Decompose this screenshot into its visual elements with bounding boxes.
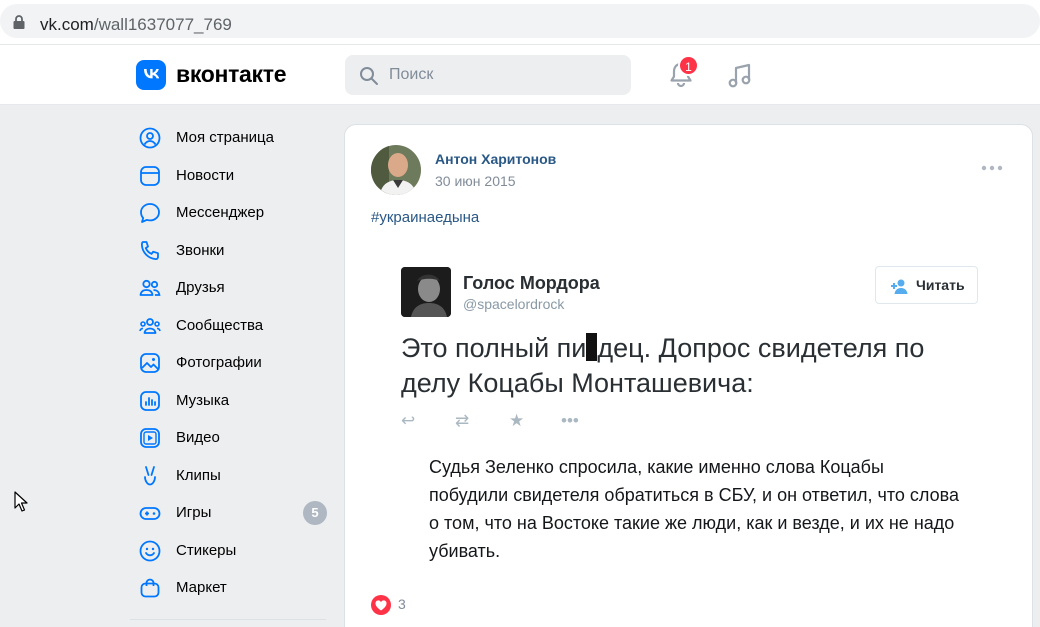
- sidebar-item-photos[interactable]: Фотографии: [130, 344, 330, 382]
- sidebar-item-label: Клипы: [176, 466, 221, 484]
- tweet-follow-label: Читать: [916, 277, 965, 293]
- communities-icon: [139, 317, 161, 334]
- search-placeholder: Поиск: [389, 66, 434, 83]
- smile-icon: [139, 540, 161, 561]
- post-hashtag[interactable]: #украинаедына: [371, 209, 479, 226]
- video-icon: [140, 428, 160, 448]
- sidebar-item-label: Музыка: [176, 391, 230, 409]
- sidebar-item-music[interactable]: Музыка: [130, 382, 330, 420]
- market-icon: [140, 578, 160, 598]
- sidebar-item-messenger[interactable]: Мессенджер: [130, 194, 330, 232]
- user-circle-icon: [139, 127, 161, 149]
- sidebar-item-label: Сообщества: [176, 316, 264, 334]
- message-icon: [140, 203, 160, 223]
- sidebar-item-market[interactable]: Маркет: [130, 569, 330, 607]
- sidebar-item-calls[interactable]: Звонки: [130, 232, 330, 270]
- sidebar-item-label: Новости: [176, 166, 235, 184]
- sidebar-nav: Моя страница Новости Мессенджер Звонки Д…: [130, 119, 330, 607]
- wall-post: Антон Харитонов 30 июн 2015 #украинаедын…: [344, 124, 1033, 627]
- sidebar-item-label: Моя страница: [176, 129, 274, 146]
- tweet-author-handle: @spacelordrock: [463, 296, 565, 312]
- music-player-icon[interactable]: [727, 62, 753, 90]
- author-avatar[interactable]: [371, 145, 421, 195]
- sidebar-item-label: Звонки: [176, 241, 225, 259]
- sidebar-item-games[interactable]: Игры 5: [130, 494, 330, 532]
- tweet-screenshot-image[interactable]: Голос Мордора @spacelordrock Читать Это …: [371, 247, 1007, 573]
- sidebar-item-stickers[interactable]: Стикеры: [130, 532, 330, 570]
- tweet-text: Это полный пи дец. Допрос свидетеля по де…: [401, 333, 925, 398]
- sidebar-item-clips[interactable]: Клипы: [130, 457, 330, 495]
- sidebar-divider: [130, 619, 326, 620]
- heart-icon: [375, 600, 387, 611]
- post-author[interactable]: Антон Харитонов: [435, 151, 556, 167]
- url-text[interactable]: vk.com/wall1637077_769: [40, 15, 232, 35]
- sidebar-item-label: Видео: [176, 429, 220, 446]
- more-icon: •••: [561, 411, 579, 430]
- censor-block: [586, 333, 598, 361]
- mouse-cursor-icon: [14, 491, 28, 512]
- sidebar-item-label: Друзья: [176, 279, 225, 296]
- photo-icon: [140, 353, 160, 373]
- like-count: 3: [398, 596, 406, 612]
- logo-text[interactable]: вконтакте: [176, 61, 287, 88]
- tweet-quote-text: Судья Зеленко спросила, какие именно сло…: [429, 457, 960, 561]
- sidebar-item-video[interactable]: Видео: [130, 419, 330, 457]
- browser-address-bar: vk.com/wall1637077_769: [0, 0, 1040, 44]
- sidebar-item-news[interactable]: Новости: [130, 157, 330, 195]
- sidebar-item-label: Стикеры: [176, 541, 237, 559]
- lock-icon: [13, 15, 25, 29]
- more-options-icon[interactable]: [981, 163, 1003, 173]
- sidebar-item-label: Маркет: [176, 579, 227, 596]
- url-field[interactable]: vk.com/wall1637077_769: [0, 4, 1040, 38]
- sidebar-item-my-page[interactable]: Моя страница: [130, 119, 330, 157]
- games-count-badge: 5: [303, 501, 327, 525]
- games-icon: [139, 507, 161, 520]
- music-icon: [140, 390, 160, 411]
- post-date[interactable]: 30 июн 2015: [435, 173, 516, 189]
- search-input[interactable]: Поиск: [345, 55, 631, 95]
- like-button[interactable]: [371, 595, 391, 615]
- vk-header: вконтакте Поиск 1: [0, 44, 1040, 105]
- add-user-icon: [891, 279, 908, 294]
- tweet-actions: ↩ ⇄ ★ •••: [401, 411, 601, 431]
- search-icon: [360, 67, 378, 85]
- notification-badge: 1: [678, 55, 699, 76]
- sidebar-item-label: Фотографии: [176, 354, 262, 371]
- phone-icon: [140, 240, 159, 260]
- retweet-icon: ⇄: [455, 411, 470, 430]
- tweet-avatar: [401, 267, 451, 317]
- news-icon: [140, 165, 160, 186]
- friends-icon: [139, 279, 161, 296]
- vk-logo-icon[interactable]: [136, 60, 166, 90]
- clips-icon: [144, 465, 156, 485]
- sidebar-item-label: Игры: [176, 504, 212, 521]
- tweet-follow-button: Читать: [875, 266, 978, 304]
- sidebar-item-label: Мессенджер: [176, 204, 265, 221]
- reply-icon: ↩: [401, 411, 416, 430]
- favorite-icon: ★: [509, 411, 525, 430]
- sidebar-item-friends[interactable]: Друзья: [130, 269, 330, 307]
- tweet-author-name: Голос Мордора: [463, 273, 600, 293]
- sidebar-item-communities[interactable]: Сообщества: [130, 307, 330, 345]
